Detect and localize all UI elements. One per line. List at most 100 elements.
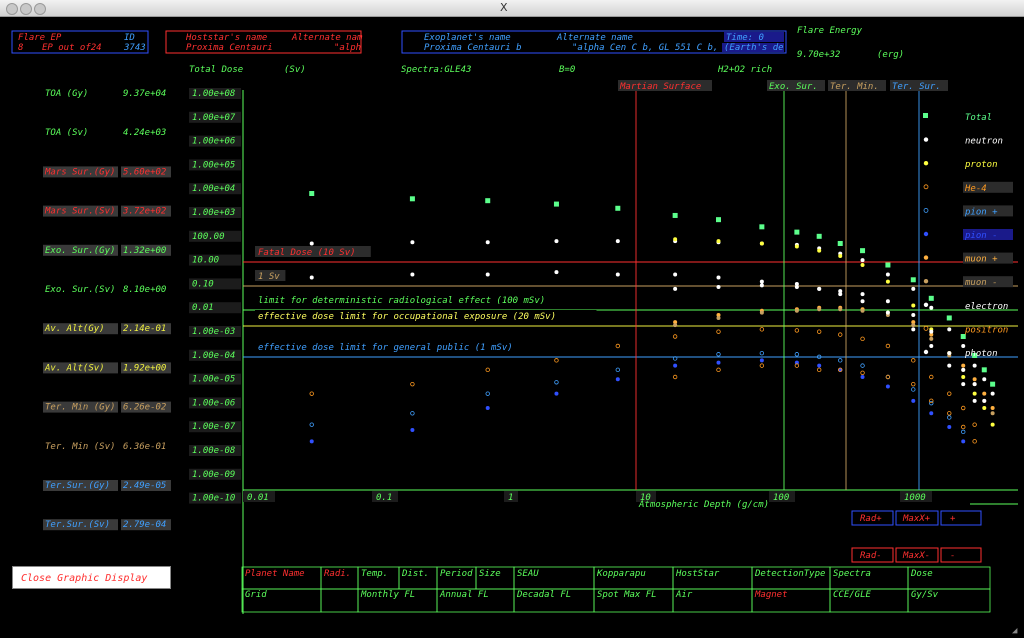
data-point-total: [981, 367, 987, 373]
data-point-proton: [817, 248, 822, 253]
legend-label: proton: [964, 160, 998, 170]
y-tick-label: 1.00e-08: [192, 446, 235, 456]
data-point-proton: [982, 406, 987, 411]
data-point-neutron: [911, 286, 916, 291]
y-tick-label: 1.00e-07: [192, 422, 236, 432]
resize-grip-icon[interactable]: ◢: [1012, 626, 1022, 636]
legend-label: positron: [964, 325, 1008, 335]
depth-marker-label: Ter. Sur.: [892, 82, 941, 92]
data-point-pion-: [759, 358, 764, 363]
data-point-electron: [759, 279, 764, 284]
data-point-pion-: [794, 352, 800, 357]
data-point-neutron: [982, 377, 987, 382]
toolbar-button-label: Radi.: [324, 569, 351, 579]
data-point-electron: [929, 343, 934, 348]
plus-button[interactable]: [940, 510, 982, 526]
data-point-pion-: [485, 391, 490, 396]
data-point-total: [309, 191, 315, 197]
data-point-pion-: [673, 363, 678, 368]
legend-marker: [923, 302, 929, 307]
ep-index: 8: [18, 43, 23, 53]
data-point-total: [946, 315, 952, 321]
legend-marker: [923, 255, 929, 260]
data-point-photon: [885, 299, 890, 304]
legend-marker: [923, 161, 929, 166]
data-point-neutron: [410, 240, 415, 245]
data-point-he-4: [929, 374, 934, 380]
data-point-electron: [860, 299, 865, 304]
readout-label: Mars Sur.(Sv): [44, 207, 115, 217]
y-tick-label: 1.00e+08: [192, 89, 235, 99]
data-point-photon: [972, 382, 977, 387]
earth-label: (Earth's de: [724, 43, 784, 53]
data-point-total: [759, 224, 765, 230]
data-point-pion-: [961, 439, 966, 444]
data-point-he-4: [885, 343, 891, 349]
data-point-electron: [615, 272, 620, 277]
readout-value: 9.37e+04: [123, 89, 166, 99]
data-point-total: [715, 217, 721, 223]
dose-display: Flare EP ID 8 EP out of24 3743 Hoststar'…: [11, 26, 1018, 614]
data-point-positron: [961, 424, 966, 430]
flare-energy-unit: (erg): [877, 50, 904, 60]
dose-unit: (Sv): [284, 65, 306, 75]
data-point-muon-: [911, 323, 916, 328]
data-point-total: [672, 212, 678, 218]
exoplanet-label: Exoplanet's name: [424, 33, 511, 43]
data-point-photon: [794, 284, 799, 289]
bottom-toolbar: Planet Name Radi. Temp. Dist. Period Size SEAU…: [241, 566, 991, 613]
data-point-neutron: [961, 343, 966, 348]
data-point-positron: [972, 439, 977, 444]
close-graphic-display-button[interactable]: Close Graphic Display: [12, 566, 171, 589]
data-point-positron: [816, 367, 822, 373]
data-point-electron: [309, 275, 314, 280]
hoststar-name: Proxima Centauri: [186, 43, 273, 53]
y-tick-label: 1.00e+04: [192, 184, 235, 194]
data-point-muon-: [716, 315, 721, 320]
data-point-photon: [860, 292, 865, 297]
data-point-proton: [794, 244, 799, 249]
hoststar-label: Hoststar's name: [185, 33, 267, 43]
exoplanet-alt-label: Alternate name: [556, 33, 633, 43]
legend-label: pion +: [964, 207, 998, 217]
readout-value: 2.49e-05: [123, 481, 166, 491]
data-point-muon-: [961, 363, 966, 368]
data-point-he-4: [961, 405, 966, 411]
minus-button[interactable]: [940, 547, 982, 563]
data-point-proton: [716, 239, 721, 244]
data-point-total: [816, 233, 822, 239]
readout-value: 6.36e-01: [123, 442, 166, 452]
toolbar-button-label: Decadal FL: [516, 590, 571, 600]
flare-ep-label: Flare EP: [18, 33, 62, 43]
legend-marker: [923, 137, 929, 142]
data-point-proton: [972, 391, 977, 396]
readout-label: Ter. Min (Gy): [45, 403, 115, 413]
plus-label: +: [950, 514, 956, 524]
data-point-pion-: [554, 391, 559, 396]
data-point-proton: [990, 422, 995, 427]
toolbar-button-label: DetectionType: [754, 569, 825, 579]
data-point-neutron: [615, 239, 620, 244]
dose-limit-label: limit for deterministic radiological eff…: [258, 296, 545, 306]
data-point-positron: [929, 398, 934, 404]
data-point-he-4: [947, 391, 952, 396]
data-point-he-4: [615, 343, 621, 349]
data-point-pion-: [615, 367, 621, 373]
readout-label: Exo. Sur.(Gy): [45, 246, 115, 256]
legend-marker: [923, 349, 929, 355]
toolbar-button-label: Gy/Sv: [911, 590, 939, 600]
dose-limit-label: effective dose limit for occupational ex…: [258, 312, 556, 322]
toolbar-button[interactable]: [320, 588, 359, 613]
legend-marker: [923, 207, 929, 213]
dose-limit-lines: Fatal Dose (10 Sv) 1 Sv limit for determin…: [243, 246, 1018, 358]
data-point-positron: [885, 374, 891, 380]
data-point-electron: [716, 275, 721, 280]
data-point-photon: [982, 398, 987, 403]
readout-value: 8.10e+00: [123, 285, 166, 295]
data-point-neutron: [885, 272, 890, 277]
legend-label: He-4: [964, 184, 987, 194]
depth-marker-label: Ter. Min.: [830, 82, 879, 92]
maxx-plus-label: MaxX+: [902, 514, 931, 524]
toolbar-button-label: Kopparapu: [596, 569, 646, 579]
legend-marker: [923, 231, 929, 237]
